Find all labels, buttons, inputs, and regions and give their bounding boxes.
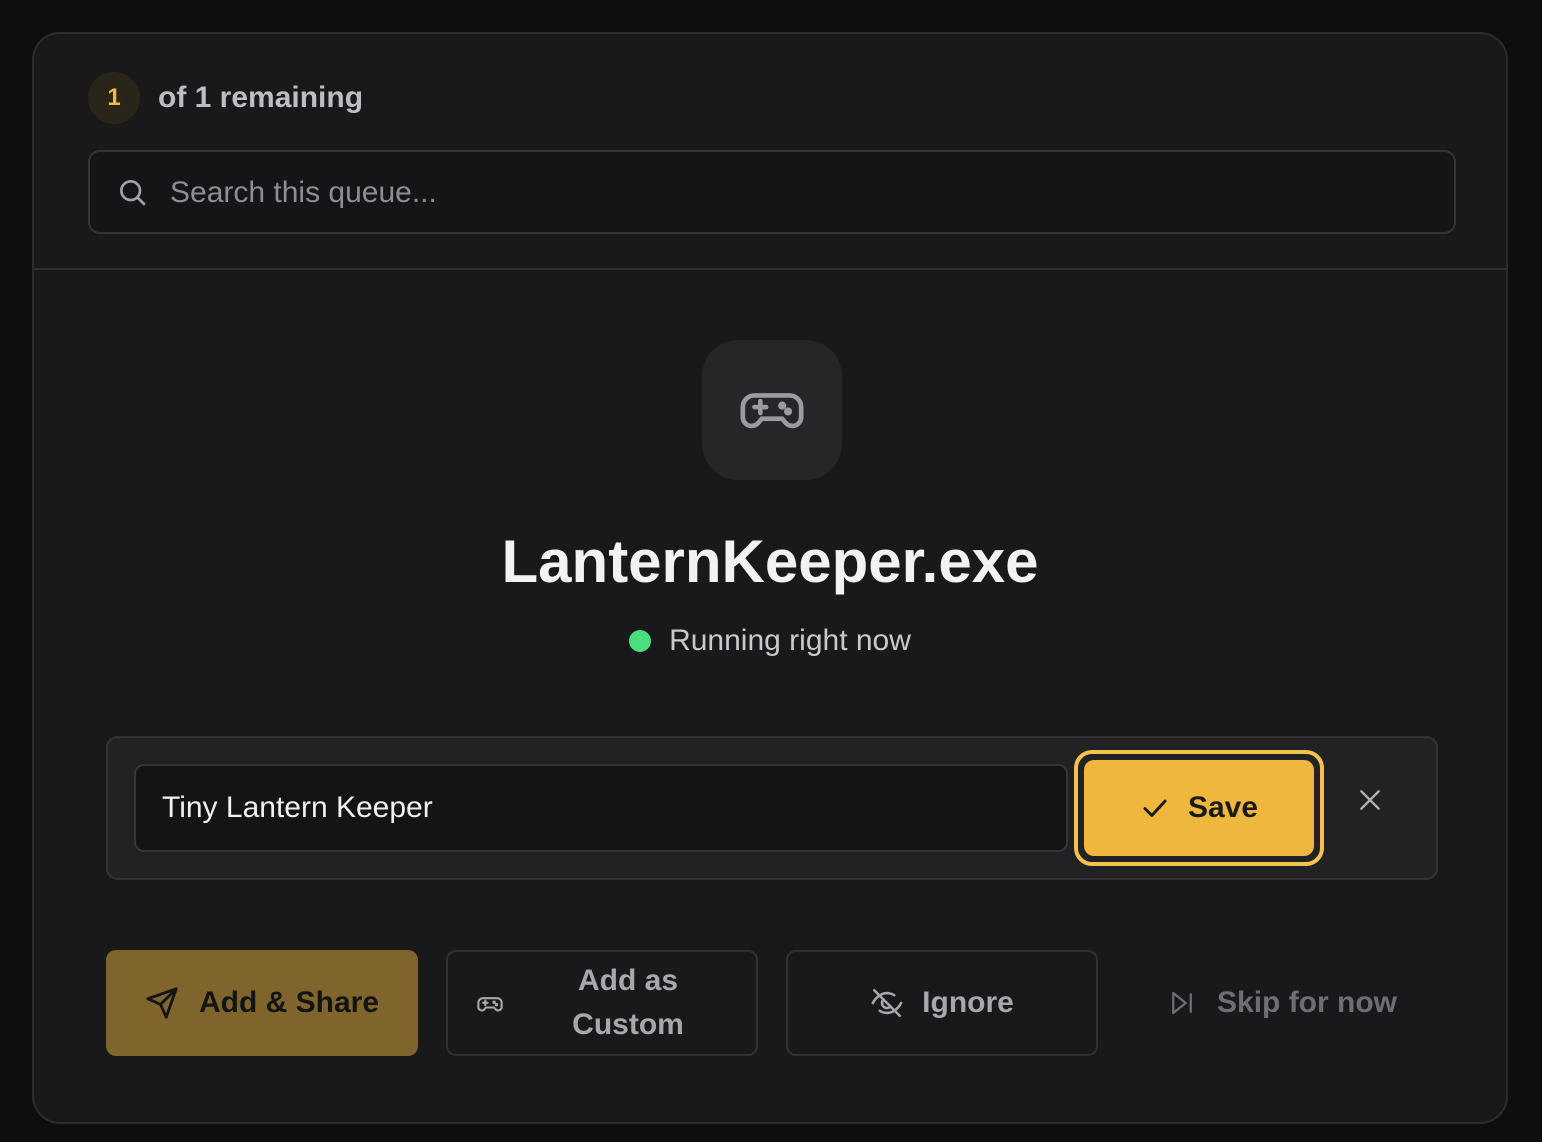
cancel-edit-button[interactable] [1350,780,1390,820]
add-share-button[interactable]: Add & Share [106,950,418,1056]
search-box [88,150,1456,234]
ignore-label: Ignore [922,986,1014,1019]
eye-off-icon [871,988,903,1018]
app-status: Running right now [34,624,1506,658]
ignore-button[interactable]: Ignore [786,950,1098,1056]
queue-header: 1 of 1 remaining [34,34,1506,270]
add-share-label: Add & Share [198,986,380,1019]
skip-label: Skip for now [1217,986,1397,1019]
rename-editor: Save [106,736,1438,880]
close-icon [1360,790,1380,810]
search-input[interactable] [168,166,1422,220]
gamepad-icon [477,997,503,1012]
save-label: Save [1187,791,1259,824]
status-dot-icon [629,630,652,652]
skip-forward-icon [1172,991,1192,1015]
app-name: LanternKeeper.exe [501,528,1039,595]
review-panel: 1 of 1 remaining LanternKeeper.exe Runni… [32,32,1508,1124]
check-icon [1143,799,1167,817]
save-focus-ring: Save [1074,750,1324,866]
queue-position-badge: 1 [88,72,140,124]
search-icon [119,180,146,206]
app-icon-tile [702,340,842,480]
status-text: Running right now [669,624,911,657]
remaining-label: of 1 remaining [158,81,364,114]
gamepad-icon [740,393,804,429]
display-name-input[interactable] [134,764,1068,852]
add-custom-label: Add as Custom [572,964,684,1041]
add-custom-button[interactable]: Add as Custom [446,950,758,1056]
send-icon [146,987,178,1019]
skip-button[interactable]: Skip for now [1126,950,1438,1056]
save-button[interactable]: Save [1084,760,1314,856]
